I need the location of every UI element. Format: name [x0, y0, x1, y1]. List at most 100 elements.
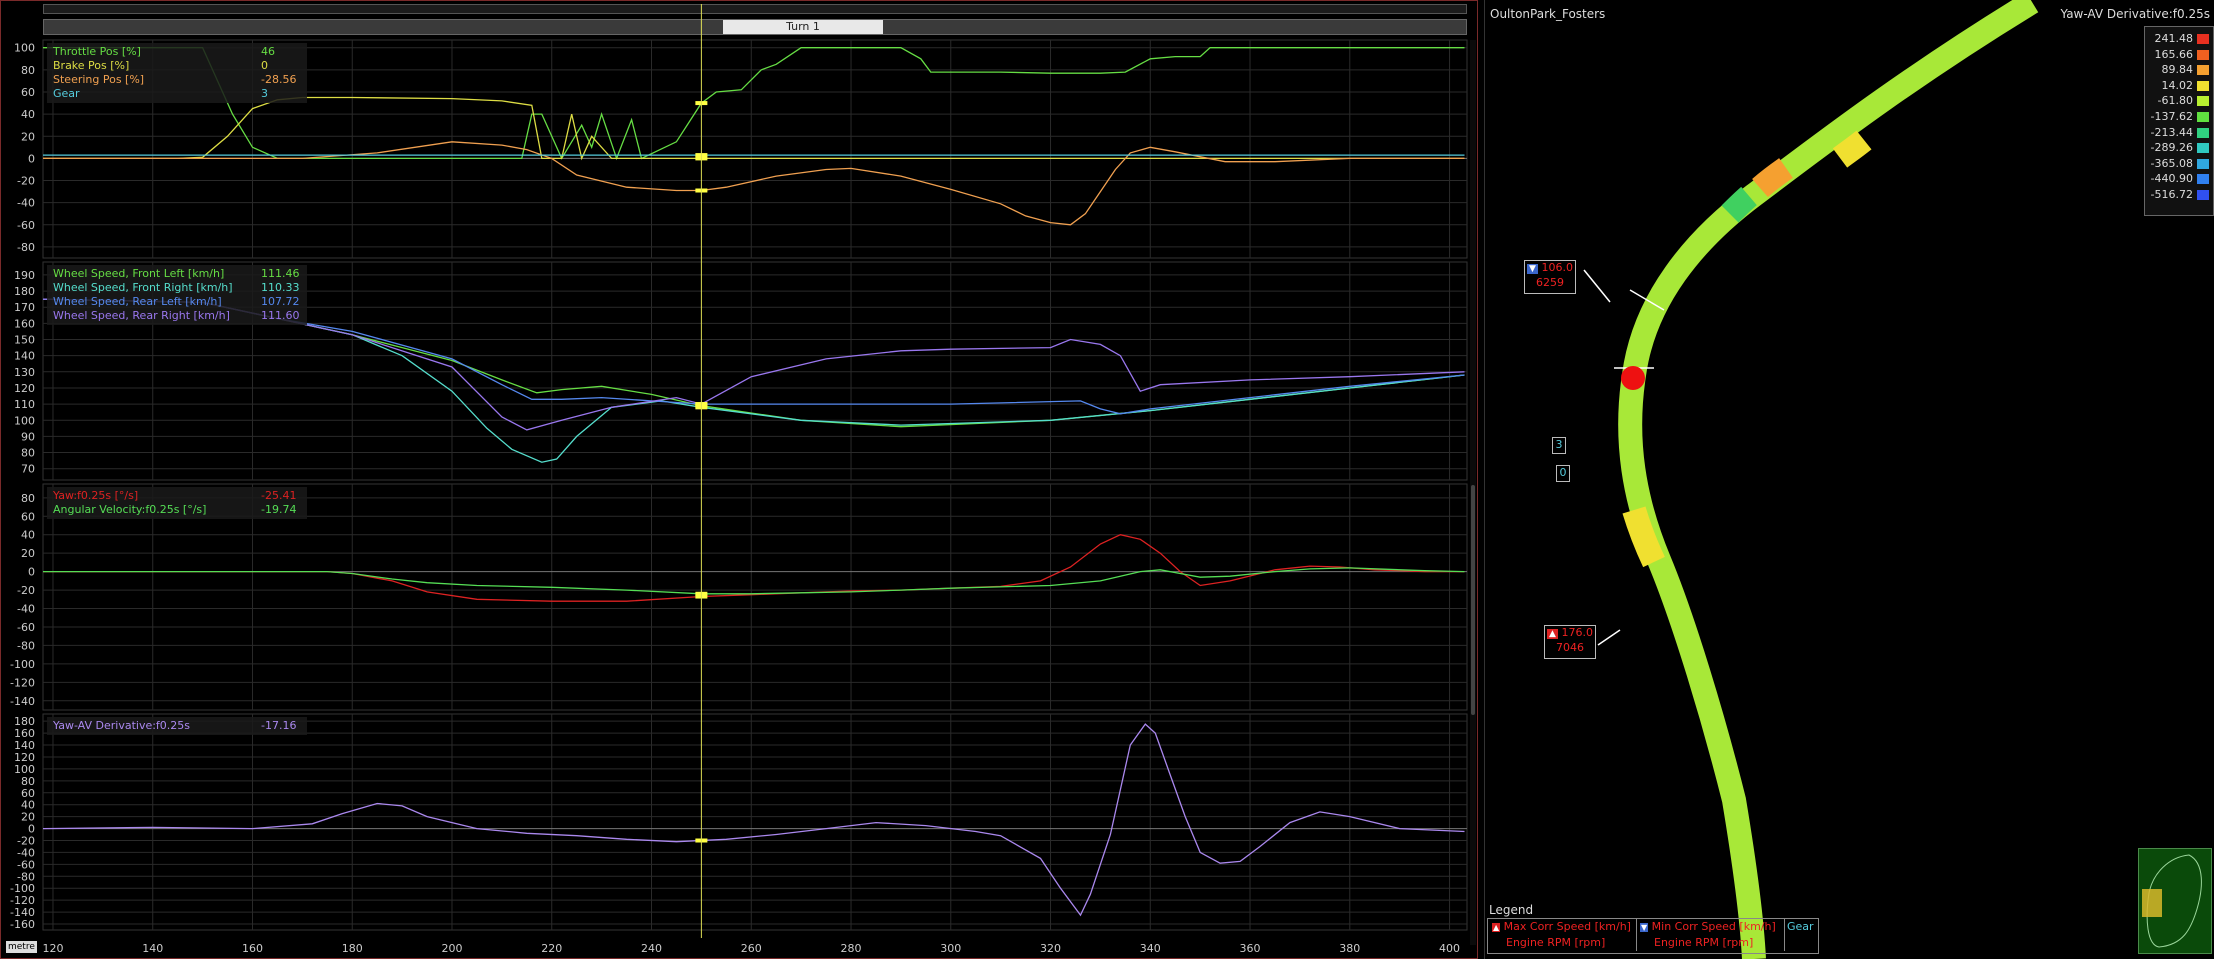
color-scale-row: 14.02	[2145, 78, 2213, 94]
x-unit-label: metre	[6, 941, 37, 953]
min-corner-icon: ▼	[1527, 264, 1538, 274]
legend-entry-name: Gear	[53, 87, 80, 100]
color-scale-value: -61.80	[2157, 94, 2193, 108]
legend-min-corner: ▼ Min Corr Speed [km/h] Engine RPM [rpm]	[1636, 919, 1785, 951]
y-tick-label: -140	[10, 695, 35, 708]
y-tick-label: 80	[21, 492, 35, 505]
color-scale-swatch	[2197, 65, 2209, 76]
car-position-marker	[1621, 366, 1645, 390]
color-scale-row: -137.62	[2145, 109, 2213, 125]
track-yellow-highlight-2	[1832, 130, 1872, 168]
graph-area[interactable]: 100806040200-20-40-60-80Throttle Pos [%]…	[0, 0, 1478, 959]
legend-gear: Gear	[1787, 920, 1814, 933]
y-tick-label: 100	[14, 414, 35, 427]
scrollbar-thumb[interactable]	[1471, 485, 1475, 715]
color-scale-swatch	[2197, 158, 2209, 169]
y-tick-label: -120	[10, 676, 35, 689]
legend-entry-name: Wheel Speed, Front Left [km/h]	[53, 267, 224, 280]
color-scale-value: -137.62	[2150, 110, 2193, 123]
y-tick-label: 90	[21, 430, 35, 443]
y-tick-label: -160	[10, 918, 35, 931]
x-tick-label: 280	[841, 942, 862, 955]
track-green-highlight	[1721, 186, 1757, 223]
color-scale-row: -289.26	[2145, 140, 2213, 156]
gear-mark-3: 3	[1552, 437, 1566, 454]
color-scale-value: -516.72	[2150, 188, 2193, 201]
legend-max-speed: Max Corr Speed [km/h]	[1503, 920, 1631, 933]
legend-entry-value: 111.60	[261, 309, 300, 322]
legend-entry-value: -25.41	[261, 489, 296, 502]
legend-entry-value: 46	[261, 45, 275, 58]
x-tick-label: 160	[242, 942, 263, 955]
legend-entry-name: Yaw-AV Derivative:f0.25s	[52, 719, 190, 732]
color-scale-swatch	[2197, 80, 2209, 91]
color-scale-row: -365.08	[2145, 156, 2213, 172]
y-tick-label: -100	[10, 658, 35, 671]
mini-map-viewport[interactable]	[2142, 889, 2162, 917]
color-scale-swatch	[2197, 34, 2209, 44]
y-tick-label: 120	[14, 382, 35, 395]
y-tick-label: 70	[21, 463, 35, 476]
y-tick-label: 60	[21, 510, 35, 523]
x-tick-label: 200	[441, 942, 462, 955]
color-scale-swatch	[2197, 112, 2209, 122]
track-path	[1618, 0, 2039, 959]
color-scale[interactable]: 241.48 165.66 89.84 14.02 -61.80 -137.62 -213.…	[2144, 26, 2214, 216]
y-tick-label: 110	[14, 398, 35, 411]
color-scale-value: -365.08	[2150, 156, 2193, 170]
color-scale-row: 241.48	[2145, 31, 2213, 47]
max-corner-marker-line	[1597, 629, 1621, 646]
y-tick-label: 0	[28, 152, 35, 165]
gear-mark-0: 0	[1556, 465, 1570, 482]
legend-entry-value: 111.46	[261, 267, 300, 280]
legend-entry-name: Steering Pos [%]	[53, 73, 144, 86]
legend-entry-value: 107.72	[261, 295, 300, 308]
x-tick-label: 140	[142, 942, 163, 955]
legend-entry-name: Throttle Pos [%]	[52, 45, 141, 58]
x-tick-label: 400	[1439, 942, 1460, 955]
y-tick-label: 80	[21, 447, 35, 460]
legend-entry-value: -28.56	[261, 73, 296, 86]
y-tick-label: 20	[21, 130, 35, 143]
color-scale-swatch	[2197, 49, 2209, 60]
mini-map-track	[2142, 854, 2202, 948]
y-tick-label: 20	[21, 547, 35, 560]
mini-map[interactable]	[2138, 848, 2212, 954]
max-speed-icon: ▲	[1492, 923, 1501, 932]
y-tick-label: 140	[14, 350, 35, 363]
color-scale-row: -516.72	[2145, 187, 2213, 203]
legend-title: Legend	[1489, 903, 1534, 917]
x-tick-label: 320	[1040, 942, 1061, 955]
legend-entry-name: Brake Pos [%]	[53, 59, 129, 72]
min-corner-label[interactable]: ▼ 106.0 6259	[1524, 260, 1576, 294]
min-corner-speed: 106.0	[1541, 261, 1573, 274]
legend-max-rpm: Engine RPM [rpm]	[1506, 936, 1606, 949]
color-scale-value: -289.26	[2150, 141, 2193, 155]
track-map[interactable]	[1484, 0, 2214, 959]
y-tick-label: 0	[28, 566, 35, 579]
color-scale-value: -440.90	[2150, 172, 2193, 186]
min-corner-marker-line	[1583, 269, 1611, 303]
y-tick-label: -60	[17, 621, 35, 634]
y-tick-label: 180	[14, 285, 35, 298]
color-scale-swatch	[2197, 190, 2209, 200]
min-speed-icon: ▼	[1640, 923, 1649, 932]
max-corner-label[interactable]: ▲ 176.0 7046	[1544, 625, 1596, 659]
color-scale-value: -213.44	[2150, 125, 2193, 139]
y-tick-label: 160	[14, 317, 35, 330]
map-channel-name: Yaw-AV Derivative:f0.25s	[2060, 7, 2210, 21]
y-tick-label: 190	[14, 269, 35, 282]
legend-entry-value: -19.74	[261, 503, 296, 516]
min-corner-rpm: 6259	[1536, 276, 1564, 289]
x-tick-label: 220	[541, 942, 562, 955]
legend-entry-name: Wheel Speed, Front Right [km/h]	[53, 281, 233, 294]
x-tick-label: 300	[940, 942, 961, 955]
color-scale-swatch	[2197, 143, 2209, 154]
y-tick-label: -80	[17, 241, 35, 254]
color-scale-value: 89.84	[2161, 63, 2194, 77]
y-tick-label: 150	[14, 334, 35, 347]
x-tick-label: 120	[42, 942, 63, 955]
legend-min-speed: Min Corr Speed [km/h]	[1651, 920, 1776, 933]
y-tick-label: 40	[21, 529, 35, 542]
max-corner-speed: 176.0	[1561, 626, 1593, 639]
